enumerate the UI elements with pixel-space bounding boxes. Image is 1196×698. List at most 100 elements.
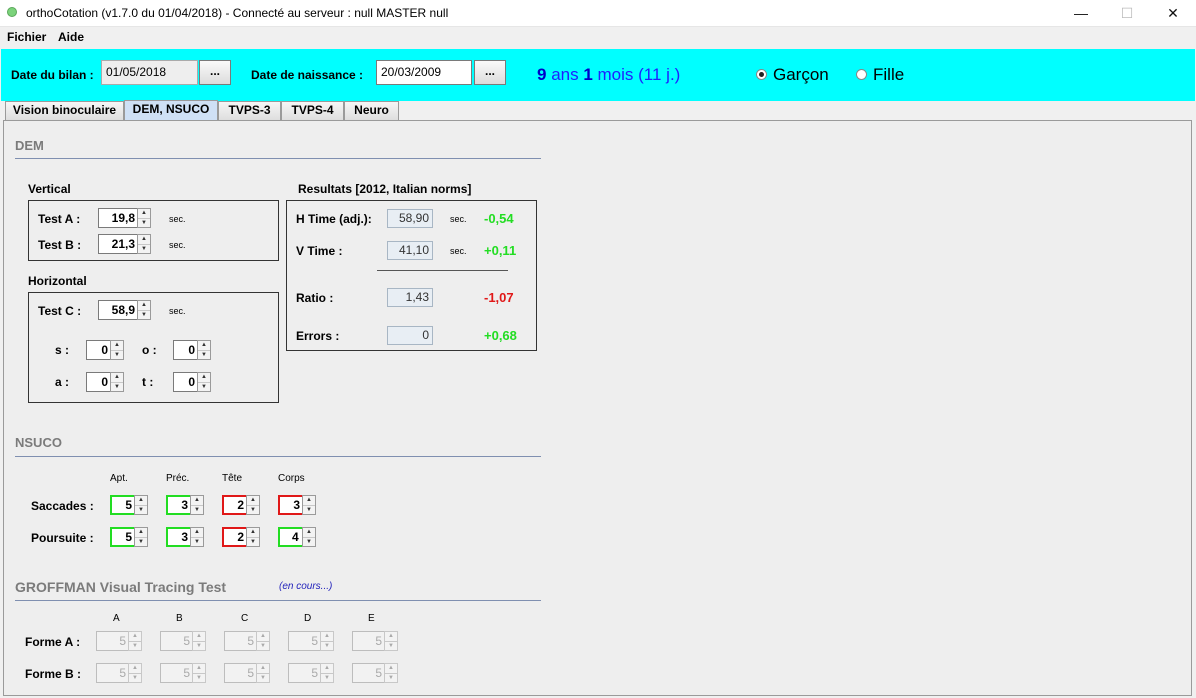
spinner-down-icon: ▼: [111, 381, 123, 392]
spinner-up-icon: ▲: [138, 529, 144, 535]
menu-fichier[interactable]: Fichier: [7, 30, 46, 44]
groffman-section-title: GROFFMAN Visual Tracing Test: [15, 579, 227, 595]
spinner-up-icon: ▲: [132, 633, 138, 639]
spinner-down-icon: ▼: [303, 504, 315, 515]
spinner-up-icon: ▲: [306, 497, 312, 503]
radio-garcon-label[interactable]: Garçon: [773, 65, 829, 85]
minimize-button[interactable]: —: [1058, 0, 1104, 26]
test-b-label: Test B :: [38, 238, 82, 252]
poursuite-label: Poursuite :: [31, 531, 94, 545]
groffman-col-b: B: [176, 613, 183, 624]
bilan-date-field[interactable]: 01/05/2018: [101, 60, 198, 85]
saccades-apt-spinner[interactable]: 5 ▲ ▼: [110, 495, 148, 515]
age-display: 9 ans 1 mois (11 j.): [537, 65, 681, 84]
spinner-down-icon: ▼: [247, 536, 259, 547]
spinner-down-icon: ▼: [193, 640, 205, 651]
saccades-tete-spinner[interactable]: 2 ▲ ▼: [222, 495, 260, 515]
s-spinner[interactable]: 0 ▲ ▼: [86, 340, 124, 360]
spinner-up-icon: ▲: [114, 374, 120, 380]
birth-date-label: Date de naissance :: [251, 68, 364, 82]
nsuco-section-title: NSUCO: [15, 435, 62, 450]
poursuite-apt-spinner[interactable]: 5 ▲ ▼: [110, 527, 148, 547]
title-bar: orthoCotation (v1.7.0 du 01/04/2018) - C…: [0, 0, 1196, 27]
test-a-unit: sec.: [169, 214, 186, 224]
htime-unit: sec.: [450, 214, 467, 224]
nsuco-section-divider: [15, 456, 541, 457]
date-bar: Date du bilan : 01/05/2018 ... Date de n…: [1, 49, 1195, 101]
forme-b-a-spinner: 5 ▲ ▼: [96, 663, 142, 683]
tab-tvps-3[interactable]: TVPS-3: [218, 101, 281, 120]
htime-value: 58,90: [387, 209, 433, 228]
tab-tvps-4[interactable]: TVPS-4: [281, 101, 344, 120]
spinner-up-icon: ▲: [141, 302, 147, 308]
nsuco-col-prec: Préc.: [166, 473, 190, 484]
tab-dem-nsuco[interactable]: DEM, NSUCO: [124, 100, 218, 121]
spinner-up-icon: ▲: [201, 374, 207, 380]
a-label: a :: [55, 375, 70, 389]
a-spinner[interactable]: 0 ▲ ▼: [86, 372, 124, 392]
radio-garcon[interactable]: [756, 69, 767, 80]
groffman-col-e: E: [368, 613, 375, 624]
tab-vision-binoculaire[interactable]: Vision binoculaire: [5, 101, 124, 120]
poursuite-tete-spinner[interactable]: 2 ▲ ▼: [222, 527, 260, 547]
test-a-label: Test A :: [38, 212, 81, 226]
test-b-spinner[interactable]: 21,3 ▲ ▼: [98, 234, 151, 254]
saccades-prec-spinner[interactable]: 3 ▲ ▼: [166, 495, 204, 515]
spinner-down-icon: ▼: [138, 217, 150, 228]
spinner-down-icon: ▼: [135, 504, 147, 515]
spinner-down-icon: ▼: [303, 536, 315, 547]
spinner-down-icon: ▼: [191, 504, 203, 515]
forme-a-label: Forme A :: [25, 635, 81, 649]
forme-a-e-spinner: 5 ▲ ▼: [352, 631, 398, 651]
horizontal-title: Horizontal: [28, 274, 87, 288]
spinner-down-icon: ▼: [193, 672, 205, 683]
poursuite-corps-spinner[interactable]: 4 ▲ ▼: [278, 527, 316, 547]
ratio-value: 1,43: [387, 288, 433, 307]
close-button[interactable]: ✕: [1150, 0, 1196, 26]
spinner-down-icon: ▼: [198, 349, 210, 360]
forme-b-d-spinner: 5 ▲ ▼: [288, 663, 334, 683]
o-label: o :: [142, 343, 157, 357]
poursuite-prec-spinner[interactable]: 3 ▲ ▼: [166, 527, 204, 547]
birth-date-picker-button[interactable]: ...: [474, 60, 506, 85]
menu-aide[interactable]: Aide: [58, 30, 84, 44]
spinner-down-icon: ▼: [111, 349, 123, 360]
radio-fille[interactable]: [856, 69, 867, 80]
spinner-down-icon: ▼: [321, 672, 333, 683]
ratio-label: Ratio :: [296, 291, 334, 305]
radio-fille-label[interactable]: Fille: [873, 65, 904, 85]
errors-label: Errors :: [296, 329, 340, 343]
dem-section-divider: [15, 158, 541, 159]
spinner-down-icon: ▼: [257, 640, 269, 651]
saccades-label: Saccades :: [31, 499, 94, 513]
vtime-label: V Time :: [296, 244, 343, 258]
test-c-spinner[interactable]: 58,9 ▲ ▼: [98, 300, 151, 320]
spinner-up-icon: ▲: [388, 665, 394, 671]
vtime-unit: sec.: [450, 246, 467, 256]
htime-label: H Time (adj.):: [296, 212, 372, 226]
t-spinner[interactable]: 0 ▲ ▼: [173, 372, 211, 392]
o-spinner[interactable]: 0 ▲ ▼: [173, 340, 211, 360]
test-a-spinner[interactable]: 19,8 ▲ ▼: [98, 208, 151, 228]
results-divider: [377, 270, 508, 271]
spinner-up-icon: ▲: [194, 529, 200, 535]
saccades-corps-spinner[interactable]: 3 ▲ ▼: [278, 495, 316, 515]
s-label: s :: [55, 343, 70, 357]
vtime-value: 41,10: [387, 241, 433, 260]
window-title: orthoCotation (v1.7.0 du 01/04/2018) - C…: [26, 6, 449, 20]
errors-value: 0: [387, 326, 433, 345]
spinner-up-icon: ▲: [196, 633, 202, 639]
spinner-down-icon: ▼: [385, 640, 397, 651]
bilan-date-picker-button[interactable]: ...: [199, 60, 231, 85]
maximize-button[interactable]: ☐: [1104, 0, 1150, 26]
spinner-down-icon: ▼: [138, 309, 150, 320]
spinner-up-icon: ▲: [196, 665, 202, 671]
spinner-down-icon: ▼: [257, 672, 269, 683]
forme-a-c-spinner: 5 ▲ ▼: [224, 631, 270, 651]
bilan-date-label: Date du bilan :: [11, 68, 94, 82]
vtime-score: +0,11: [484, 243, 517, 258]
spinner-up-icon: ▲: [201, 342, 207, 348]
birth-date-field[interactable]: 20/03/2009: [376, 60, 472, 85]
test-c-label: Test C :: [38, 304, 82, 318]
tab-neuro[interactable]: Neuro: [344, 101, 399, 120]
